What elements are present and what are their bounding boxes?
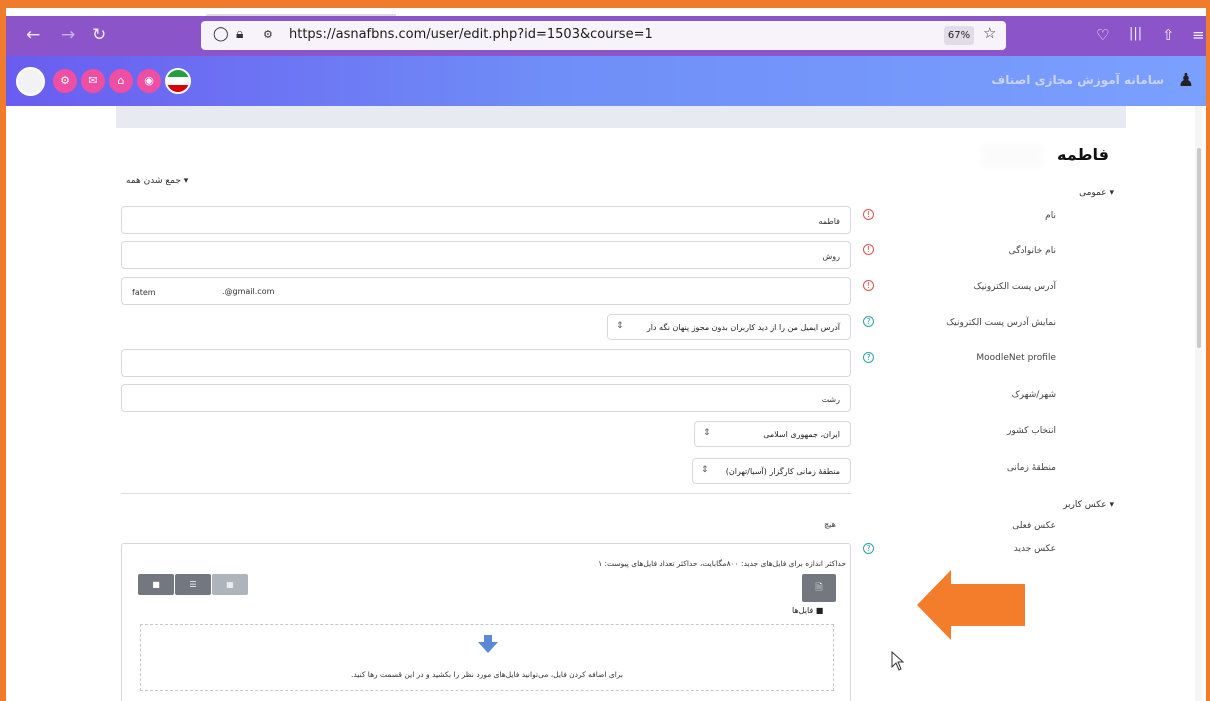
url-text[interactable]: https://asnafbns.com/user/edit.php?id=15… bbox=[289, 27, 653, 42]
redacted-surname bbox=[981, 145, 1043, 167]
file-picker: حداکثر اندازه برای فایل‌های جدید: ۸۰۰مگا… bbox=[121, 543, 851, 701]
help-icon[interactable]: ? bbox=[863, 352, 874, 363]
list-view-button[interactable]: ☰ bbox=[175, 574, 211, 595]
files-breadcrumb[interactable]: ■ فایل‌ها bbox=[792, 606, 823, 615]
browser-toolbar: ← → ↻ ◯ 🔒︎ ⚙ https://asnafbns.com/user/e… bbox=[6, 16, 1206, 56]
library-icon[interactable]: ||| bbox=[1129, 26, 1142, 41]
lastname-value: روش bbox=[822, 252, 841, 261]
moodlenet-input[interactable] bbox=[121, 349, 851, 377]
language-flag-icon[interactable] bbox=[165, 68, 191, 94]
select-arrows-icon: ⇕ bbox=[616, 321, 624, 331]
collapse-all-label[interactable]: جمع شدن همه bbox=[126, 176, 181, 186]
grid-icon: ▦ bbox=[226, 580, 234, 589]
hide-blocks-icon[interactable]: ◉ bbox=[137, 69, 161, 93]
lastname-label: نام خانوادگی bbox=[1008, 246, 1056, 256]
settings-icon[interactable]: ⚙ bbox=[53, 69, 77, 93]
user-avatar[interactable] bbox=[16, 67, 45, 96]
country-value: ایران، جمهوری اسلامی bbox=[763, 430, 840, 439]
current-picture-value: هیچ bbox=[824, 520, 836, 529]
back-icon[interactable]: ← bbox=[26, 25, 40, 45]
files-breadcrumb-label[interactable]: فایل‌ها bbox=[792, 606, 813, 615]
country-select[interactable]: ایران، جمهوری اسلامی ⇕ bbox=[694, 421, 851, 447]
site-name[interactable]: سامانه آموزش مجازی اصناف bbox=[991, 73, 1164, 87]
reload-icon[interactable]: ↻ bbox=[92, 25, 106, 45]
lock-icon[interactable]: 🔒︎ bbox=[236, 26, 243, 42]
help-icon[interactable]: ? bbox=[863, 543, 874, 554]
city-value: رشت bbox=[821, 395, 840, 404]
timezone-select[interactable]: منطقهٔ زمانی کارگزار (آسیا/تهران) ⇕ bbox=[692, 458, 851, 484]
bookmark-star-icon[interactable]: ☆ bbox=[983, 24, 996, 42]
maildisplay-label: نمایش آدرس پست الکترونیک bbox=[946, 318, 1056, 328]
zoom-level[interactable]: 67% bbox=[944, 26, 974, 45]
site-header: ⚙ ✉ ⌂ ◉ سامانه آموزش مجازی اصناف ♟ bbox=[6, 56, 1206, 106]
timezone-label: منطقهٔ زمانی bbox=[1006, 463, 1056, 473]
menu-icon[interactable]: ≡ bbox=[1192, 26, 1205, 44]
lastname-input[interactable]: روش bbox=[121, 241, 851, 269]
required-icon: ! bbox=[863, 280, 874, 291]
pocket-icon[interactable]: ♡ bbox=[1096, 26, 1109, 44]
home-icon[interactable]: ⌂ bbox=[109, 69, 133, 93]
firstname-value: فاطمه bbox=[818, 217, 840, 226]
firstname-label: نام bbox=[1045, 211, 1056, 221]
maildisplay-select[interactable]: آدرس ایمیل من را از دید کاربران بدون مجو… bbox=[607, 314, 851, 340]
city-label: شهر/شهرک bbox=[1011, 390, 1056, 400]
select-arrows-icon: ⇕ bbox=[701, 465, 709, 475]
section-general[interactable]: ▾ عمومی bbox=[1079, 188, 1114, 198]
email-label: آدرس پست الکترونیک bbox=[973, 282, 1056, 292]
annotation-arrow-icon bbox=[917, 570, 1025, 640]
section-user-picture[interactable]: ▾ عکس کاربر bbox=[1063, 500, 1114, 510]
address-bar[interactable]: ◯ 🔒︎ ⚙ https://asnafbns.com/user/edit.ph… bbox=[201, 21, 1006, 50]
new-picture-label: عکس جدید bbox=[1013, 544, 1056, 554]
share-icon[interactable]: ⇧ bbox=[1162, 26, 1175, 44]
required-icon: ! bbox=[863, 209, 874, 220]
page-header-strip bbox=[116, 106, 1126, 128]
section-general-label[interactable]: عمومی bbox=[1079, 188, 1107, 198]
moodlenet-label: MoodleNet profile bbox=[976, 353, 1056, 363]
upload-limits-text: حداکثر اندازه برای فایل‌های جدید: ۸۰۰مگا… bbox=[598, 559, 846, 568]
country-label: انتخاب کشور bbox=[1007, 426, 1056, 436]
email-value-prefix: fatem bbox=[132, 288, 156, 297]
section-divider bbox=[121, 493, 851, 494]
section-picture-label[interactable]: عکس کاربر bbox=[1063, 500, 1107, 510]
messages-icon[interactable]: ✉ bbox=[81, 69, 105, 93]
site-logo-icon[interactable]: ♟ bbox=[1178, 70, 1194, 91]
file-add-icon: 🗎︎ bbox=[815, 583, 823, 593]
file-drop-zone[interactable]: برای اضافه کردن فایل، می‌توانید فایل‌های… bbox=[140, 624, 834, 691]
email-input[interactable]: fatem .@gmail.com bbox=[121, 277, 851, 305]
current-picture-label: عکس فعلی bbox=[1012, 521, 1056, 531]
add-file-button[interactable]: 🗎︎ bbox=[802, 574, 836, 602]
page-title: فاطمه bbox=[1057, 145, 1109, 164]
collapse-all-link[interactable]: ▾ جمع شدن همه bbox=[126, 176, 188, 186]
forward-icon[interactable]: → bbox=[61, 25, 75, 45]
maildisplay-value: آدرس ایمیل من را از دید کاربران بدون مجو… bbox=[646, 323, 840, 332]
screenshot-frame: ← → ↻ ◯ 🔒︎ ⚙ https://asnafbns.com/user/e… bbox=[0, 0, 1210, 701]
folder-icon: ■ bbox=[152, 580, 160, 589]
download-arrow-icon bbox=[478, 635, 498, 653]
city-input[interactable]: رشت bbox=[121, 384, 851, 412]
required-icon: ! bbox=[863, 244, 874, 255]
help-icon[interactable]: ? bbox=[863, 316, 874, 327]
permissions-icon[interactable]: ⚙ bbox=[263, 28, 273, 41]
list-icon: ☰ bbox=[189, 580, 197, 589]
mouse-cursor-icon bbox=[891, 651, 905, 671]
folder-view-button[interactable]: ■ bbox=[138, 574, 174, 595]
drop-zone-text: برای اضافه کردن فایل، می‌توانید فایل‌های… bbox=[350, 670, 624, 679]
email-value-suffix: .@gmail.com bbox=[222, 287, 275, 296]
firstname-input[interactable]: فاطمه bbox=[121, 206, 851, 234]
select-arrows-icon: ⇕ bbox=[703, 428, 711, 438]
timezone-value: منطقهٔ زمانی کارگزار (آسیا/تهران) bbox=[725, 467, 840, 476]
tab-strip-fragment bbox=[206, 8, 396, 16]
shield-icon[interactable]: ◯ bbox=[213, 26, 229, 42]
scrollbar-thumb[interactable] bbox=[1197, 148, 1201, 348]
icon-view-button[interactable]: ▦ bbox=[212, 574, 248, 595]
